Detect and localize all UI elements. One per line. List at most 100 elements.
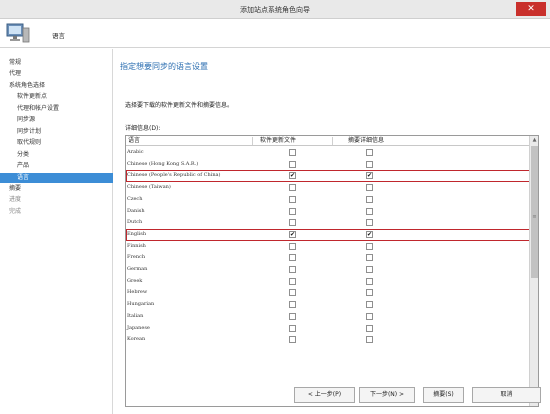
update-files-checkbox[interactable]	[289, 289, 296, 297]
summary-details-checkbox[interactable]	[366, 277, 373, 285]
column-header-summary-details[interactable]: 摘要详细信息	[348, 136, 384, 146]
update-files-checkbox[interactable]	[289, 149, 296, 156]
nav-item-supersedence-rules[interactable]: 取代规则	[0, 138, 113, 148]
summary-details-checkbox[interactable]	[366, 289, 373, 297]
wizard-header: 语言	[0, 19, 550, 48]
language-name: Czech	[127, 195, 143, 202]
summary-details-checkbox[interactable]	[366, 149, 373, 156]
table-row[interactable]: Chinese (Taiwan)	[126, 182, 530, 194]
summary-details-checkbox[interactable]	[366, 160, 373, 168]
table-row[interactable]: English ✔ ✔	[126, 228, 530, 241]
column-divider	[252, 137, 253, 145]
table-row[interactable]: Dutch	[126, 217, 530, 229]
summary-details-checkbox[interactable]	[366, 184, 373, 192]
nav-item-summary[interactable]: 摘要	[0, 184, 113, 194]
wizard-footer: < 上一步(P) 下一步(N) > 摘要(S) 取消	[0, 387, 550, 414]
table-row[interactable]: Japanese	[126, 323, 530, 335]
update-files-checkbox[interactable]	[289, 266, 296, 273]
table-row[interactable]: Chinese (People's Republic of China) ✔ ✔	[126, 170, 530, 183]
language-name: Chinese (People's Republic of China)	[127, 172, 221, 179]
summary-details-checkbox[interactable]	[366, 254, 373, 262]
update-files-checkbox[interactable]: ✔	[289, 172, 296, 180]
update-files-checkbox[interactable]	[289, 336, 296, 344]
nav-item-classifications[interactable]: 分类	[0, 150, 113, 160]
language-name: Dutch	[127, 219, 143, 226]
update-files-checkbox[interactable]	[289, 160, 296, 168]
table-row[interactable]: French	[126, 252, 530, 264]
nav-item-sync-source[interactable]: 同步源	[0, 115, 113, 125]
nav-item-general[interactable]: 常规	[0, 58, 113, 68]
vertical-scrollbar[interactable]: ▲ ≡ ▼	[529, 136, 538, 406]
language-name: Italian	[127, 312, 144, 319]
next-button[interactable]: 下一步(N) >	[359, 387, 415, 403]
update-files-checkbox[interactable]	[289, 242, 296, 250]
summary-details-checkbox[interactable]	[366, 242, 373, 250]
table-row[interactable]: Danish	[126, 206, 530, 218]
summary-details-checkbox[interactable]	[366, 336, 373, 344]
table-row[interactable]: Czech	[126, 194, 530, 206]
title-bar: 添加站点系统角色向导 ✕	[0, 0, 550, 19]
main-panel: 指定想要同步的语言设置 选择要下载的软件更新文件和摘要信息。 详细信息(D): …	[114, 49, 550, 414]
cancel-button[interactable]: 取消	[472, 387, 541, 403]
section-heading: 指定想要同步的语言设置	[120, 62, 208, 71]
table-row[interactable]: Greek	[126, 276, 530, 288]
language-name: Hungarian	[127, 301, 155, 308]
table-row[interactable]: German	[126, 264, 530, 276]
summary-details-checkbox[interactable]	[366, 219, 373, 227]
column-divider	[332, 137, 333, 145]
summary-details-checkbox[interactable]: ✔	[366, 172, 373, 180]
summary-details-checkbox[interactable]	[366, 195, 373, 203]
nav-item-system-role-selection[interactable]: 系统角色选择	[0, 81, 113, 91]
update-files-checkbox[interactable]	[289, 312, 296, 320]
previous-button[interactable]: < 上一步(P)	[294, 387, 355, 403]
table-row[interactable]: Chinese (Hong Kong S.A.R.)	[126, 159, 530, 171]
table-row[interactable]: Hebrew	[126, 287, 530, 299]
summary-details-checkbox[interactable]	[366, 207, 373, 215]
scroll-up-icon[interactable]: ▲	[531, 137, 538, 145]
table-row[interactable]: Hungarian	[126, 299, 530, 311]
nav-item-languages[interactable]: 语言	[0, 173, 113, 183]
language-name: Hebrew	[127, 289, 148, 296]
table-row[interactable]: Italian	[126, 311, 530, 323]
language-table: 语言 软件更新文件 摘要详细信息 Arabic Chinese (Hong Kon…	[125, 135, 539, 407]
update-files-checkbox[interactable]	[289, 254, 296, 262]
table-header: 语言 软件更新文件 摘要详细信息	[126, 136, 530, 146]
table-row[interactable]: Korean	[126, 334, 530, 346]
nav-item-products[interactable]: 产品	[0, 161, 113, 171]
close-button[interactable]: ✕	[516, 2, 546, 16]
update-files-checkbox[interactable]	[289, 219, 296, 227]
summary-details-checkbox[interactable]	[366, 301, 373, 309]
update-files-checkbox[interactable]	[289, 301, 296, 309]
nav-item-sync-schedule[interactable]: 同步计划	[0, 127, 113, 137]
instruction-text: 选择要下载的软件更新文件和摘要信息。	[125, 102, 234, 109]
nav-item-proxy-account-settings[interactable]: 代理和帐户设置	[0, 104, 113, 114]
column-header-update-files[interactable]: 软件更新文件	[260, 136, 296, 146]
grip-icon: ≡	[532, 214, 537, 220]
update-files-checkbox[interactable]	[289, 184, 296, 192]
summary-details-checkbox[interactable]: ✔	[366, 230, 373, 238]
update-files-checkbox[interactable]	[289, 195, 296, 203]
language-name: Chinese (Hong Kong S.A.R.)	[127, 160, 199, 167]
window-title: 添加站点系统角色向导	[240, 6, 310, 14]
summary-details-checkbox[interactable]	[366, 266, 373, 273]
language-name: Japanese	[127, 324, 150, 331]
column-header-language[interactable]: 语言	[128, 136, 140, 146]
summary-details-checkbox[interactable]	[366, 324, 373, 332]
table-row[interactable]: Finnish	[126, 241, 530, 253]
language-name: Chinese (Taiwan)	[127, 184, 171, 191]
update-files-checkbox[interactable]	[289, 277, 296, 285]
nav-item-software-update-point[interactable]: 软件更新点	[0, 92, 113, 102]
summary-details-checkbox[interactable]	[366, 312, 373, 320]
scroll-thumb[interactable]: ≡	[531, 146, 538, 278]
update-files-checkbox[interactable]	[289, 207, 296, 215]
table-row[interactable]: Arabic	[126, 147, 530, 159]
nav-item-proxy[interactable]: 代理	[0, 69, 113, 79]
wizard-nav: 常规 代理 系统角色选择 软件更新点 代理和帐户设置 同步源 同步计划 取代规则…	[0, 49, 113, 414]
update-files-checkbox[interactable]: ✔	[289, 230, 296, 238]
nav-item-completion: 完成	[9, 208, 22, 215]
nav-item-progress: 进度	[9, 196, 22, 203]
update-files-checkbox[interactable]	[289, 324, 296, 332]
page-title: 语言	[52, 32, 65, 40]
language-name: French	[127, 254, 146, 261]
summary-button[interactable]: 摘要(S)	[423, 387, 464, 403]
